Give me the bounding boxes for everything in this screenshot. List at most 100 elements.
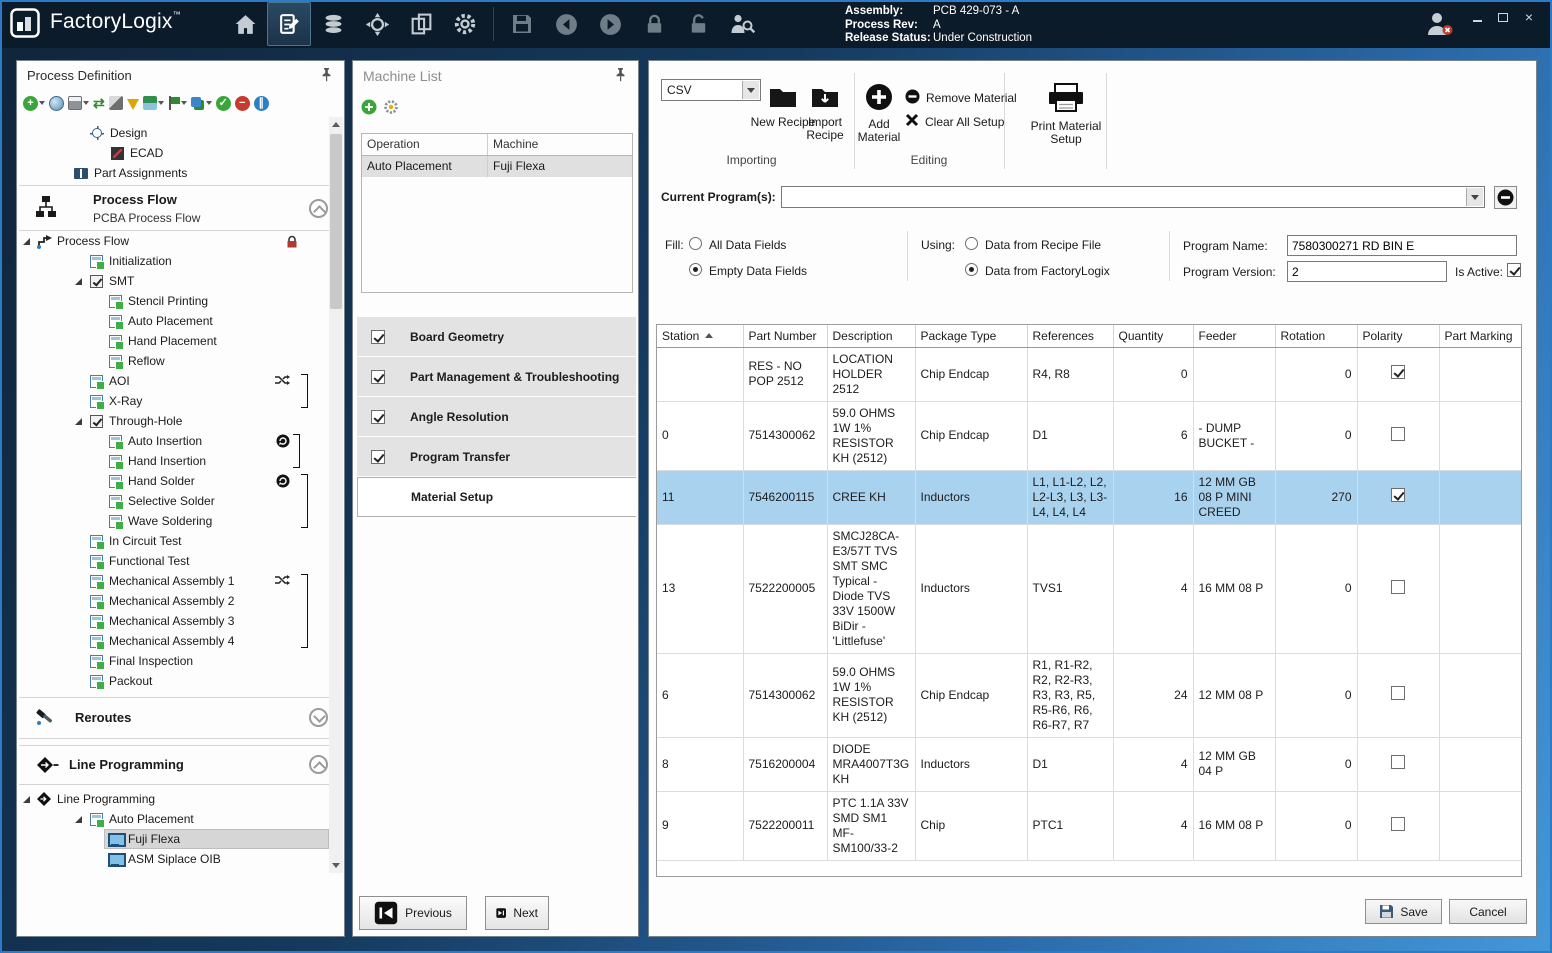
tree-item-mechanical-assembly-1[interactable]: Mechanical Assembly 1 [19,571,328,591]
clear-all-setup-button[interactable]: Clear All Setup [905,113,1004,130]
machine-table-row[interactable]: Auto Placement Fuji Flexa [362,156,632,177]
data-from-recipe-file-radio[interactable] [965,237,978,250]
user-logout-icon[interactable] [1424,10,1454,42]
tree-item-mechanical-assembly-4[interactable]: Mechanical Assembly 4 [19,631,328,651]
tree-item-in-circuit-test[interactable]: In Circuit Test [19,531,328,551]
style-icon[interactable] [143,96,164,110]
tree-item-through-hole[interactable]: Through-Hole [19,411,328,431]
web-icon[interactable] [49,96,64,111]
add-machine-icon[interactable] [361,99,377,120]
milestone-icon[interactable] [168,96,187,110]
table-row-station-9[interactable]: 97522200011PTC 1.1A 33V SMD SM1 MF-SM100… [657,791,1521,860]
tree-item-final-inspection[interactable]: Final Inspection [19,651,328,671]
tree-item-hand-solder[interactable]: Hand Solder [19,471,328,491]
tree-item-process-flow[interactable]: Process Flow [19,231,328,251]
column-header-quantity[interactable]: Quantity [1113,325,1193,347]
tree-item-selective-solder[interactable]: Selective Solder [19,491,328,511]
tree-item-auto-insertion[interactable]: Auto Insertion [19,431,328,451]
tree-item-smt[interactable]: SMT [19,271,328,291]
cancel-button[interactable]: Cancel [1449,899,1527,924]
collapse-section-icon[interactable] [309,199,328,218]
tree-item-mechanical-assembly-2[interactable]: Mechanical Assembly 2 [19,591,328,611]
add-material-button[interactable]: Add Material [846,83,912,144]
polarity-checkbox[interactable] [1391,580,1405,594]
polarity-checkbox[interactable] [1391,686,1405,700]
column-header-polarity[interactable]: Polarity [1357,325,1439,347]
table-row-station-0[interactable]: 0751430006259.0 OHMS 1W 1% RESISTOR KH (… [657,401,1521,470]
scroll-up-icon[interactable] [329,117,343,132]
pin-icon[interactable] [320,67,334,83]
tree-item-functional-test[interactable]: Functional Test [19,551,328,571]
hold-icon[interactable]: ∥ [254,96,269,111]
tree-item-line-programming[interactable]: Line Programming [19,789,328,809]
section-material-setup[interactable]: Material Setup [357,477,636,517]
materials-icon[interactable] [311,2,355,46]
save-button[interactable]: Save [1365,899,1442,924]
reroutes-section-header[interactable]: Reroutes [19,697,342,739]
tree-item-hand-placement[interactable]: Hand Placement [19,331,328,351]
program-name-input[interactable] [1287,235,1517,256]
column-header-feeder[interactable]: Feeder [1193,325,1275,347]
remove-program-button[interactable] [1494,186,1517,209]
collapse-section-icon[interactable] [309,755,328,774]
tree-item-asm-siplace-oib[interactable]: ASM Siplace OIB [19,849,328,869]
tree-item-design[interactable]: Design [19,123,328,143]
table-row-station-6[interactable]: 6751430006259.0 OHMS 1W 1% RESISTOR KH (… [657,653,1521,737]
polarity-checkbox[interactable] [1391,365,1405,379]
column-header-package-type[interactable]: Package Type [915,325,1027,347]
add-item-icon[interactable]: + [23,96,45,111]
expander-icon[interactable] [19,234,34,248]
pin-icon[interactable] [614,67,628,83]
data-from-factorylogix-radio[interactable] [965,263,978,276]
tree-item-x-ray[interactable]: X-Ray [19,391,328,411]
tree-item-packout[interactable]: Packout [19,671,328,691]
print-material-setup-button[interactable]: Print Material Setup [1026,83,1106,146]
sync-icon[interactable]: ⇄ [93,96,105,111]
expander-icon[interactable] [19,792,34,806]
format-select[interactable]: CSV [661,79,761,101]
column-header-part-number[interactable]: Part Number [743,325,827,347]
process-definition-icon[interactable] [267,2,311,46]
maximize-button[interactable] [1494,8,1512,26]
table-row-station-8[interactable]: 87516200004DIODE MRA4007T3G KHInductorsD… [657,737,1521,791]
sample-icon[interactable] [127,97,139,110]
tree-item-initialization[interactable]: Initialization [19,251,328,271]
forward-icon[interactable] [588,2,632,46]
sign-off-icon[interactable] [109,96,123,110]
back-icon[interactable] [544,2,588,46]
section-program-transfer[interactable]: Program Transfer [357,437,636,476]
table-row-station-blank[interactable]: RES - NO POP 2512LOCATION HOLDER 2512Chi… [657,347,1521,401]
remove-icon[interactable]: − [235,96,250,111]
tree-item-auto-placement[interactable]: Auto Placement [19,809,328,829]
enable-icon[interactable]: ✓ [216,96,231,111]
tree-item-wave-soldering[interactable]: Wave Soldering [19,511,328,531]
navigate-icon[interactable] [355,2,399,46]
documents-icon[interactable] [399,2,443,46]
tree-item-hand-insertion[interactable]: Hand Insertion [19,451,328,471]
column-header-description[interactable]: Description [827,325,915,347]
save-icon[interactable] [500,2,544,46]
line-programming-section-header[interactable]: Line Programming [19,745,342,785]
column-header-part-marking[interactable]: Part Marking [1439,325,1521,347]
close-button[interactable]: × [1520,8,1538,26]
expander-icon[interactable] [71,812,86,826]
remove-material-button[interactable]: Remove Material [905,89,1017,107]
tree-item-part-assignments[interactable]: Part Assignments [19,163,328,183]
empty-data-fields-radio[interactable] [689,263,702,276]
tree-item-mechanical-assembly-3[interactable]: Mechanical Assembly 3 [19,611,328,631]
machine-table-header-machine[interactable]: Machine [488,134,632,155]
next-button[interactable]: Next [485,896,549,930]
is-active-checkbox[interactable] [1507,263,1521,277]
column-header-rotation[interactable]: Rotation [1275,325,1357,347]
section-checkbox[interactable] [371,450,385,464]
layers-icon[interactable] [191,97,212,110]
lock-icon[interactable] [632,2,676,46]
expand-section-icon[interactable] [309,708,328,727]
tree-item-stencil-printing[interactable]: Stencil Printing [19,291,328,311]
polarity-checkbox[interactable] [1391,427,1405,441]
table-row-station-13[interactable]: 137522200005SMCJ28CA-E3/57T TVS SMT SMC … [657,524,1521,653]
machine-table-header-operation[interactable]: Operation [362,134,488,155]
polarity-checkbox[interactable] [1391,488,1405,502]
previous-button[interactable]: Previous [359,896,467,930]
tree-item-ecad[interactable]: ECAD [19,143,328,163]
